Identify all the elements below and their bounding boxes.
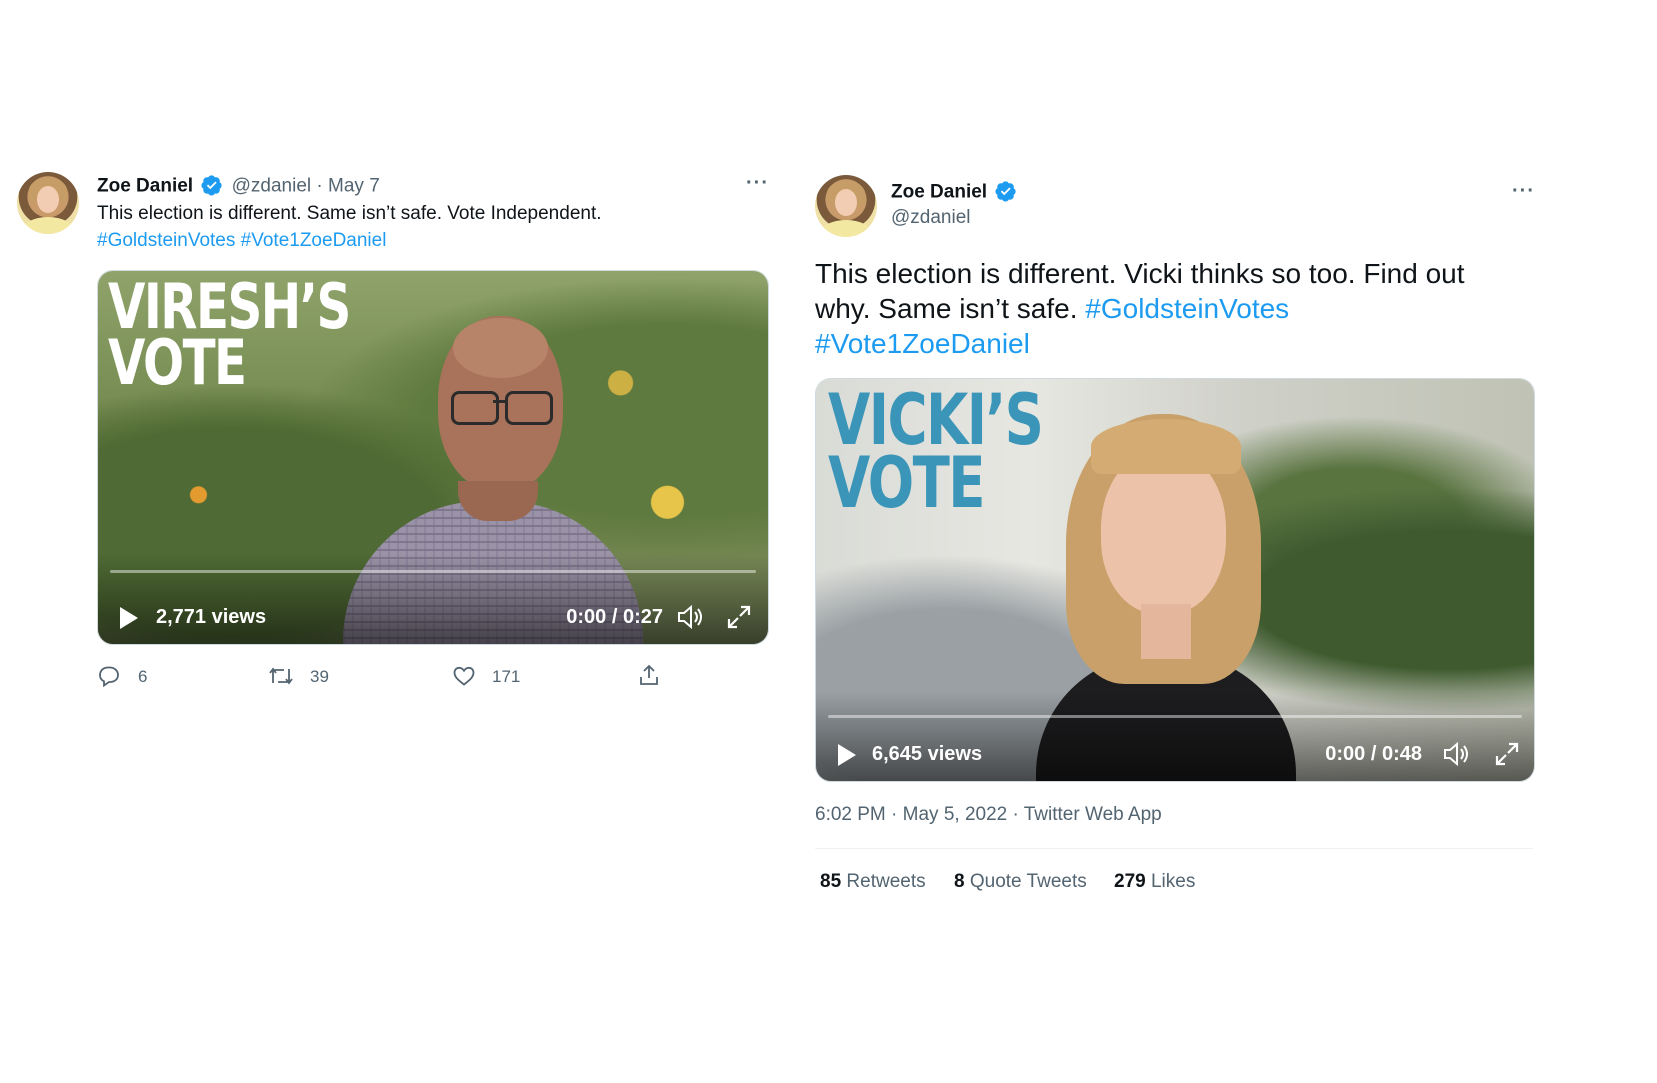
play-icon[interactable] bbox=[836, 743, 858, 767]
retweet-icon[interactable] bbox=[268, 664, 294, 688]
video-player[interactable]: VICKI’S VOTE 6,645 views 0:00 / 0:48 bbox=[815, 378, 1535, 782]
view-count: 6,645 views bbox=[872, 743, 983, 765]
video-time: 0:00 / 0:48 bbox=[1325, 743, 1422, 765]
author-handle[interactable]: @zdaniel bbox=[232, 176, 312, 197]
more-icon[interactable]: ··· bbox=[746, 172, 769, 195]
fullscreen-icon[interactable] bbox=[726, 604, 752, 630]
reply-icon[interactable] bbox=[97, 664, 121, 688]
tweet-text: This election is different. Vicki thinks… bbox=[815, 258, 1465, 359]
hashtag-link[interactable]: #GoldsteinVotes bbox=[1085, 293, 1289, 324]
progress-bar[interactable] bbox=[828, 715, 1522, 718]
divider bbox=[815, 848, 1533, 849]
right-tweet[interactable]: Zoe Daniel @zdaniel ··· This election is… bbox=[800, 160, 1550, 920]
tweet-meta[interactable]: 6:02 PM · May 5, 2022 · Twitter Web App bbox=[815, 804, 1162, 826]
view-count: 2,771 views bbox=[156, 606, 267, 628]
quote-tweets-stat[interactable]: 8 Quote Tweets bbox=[954, 871, 1087, 893]
tweet-text-line2: why. Same isn’t safe. bbox=[815, 293, 1078, 324]
retweets-stat[interactable]: 85 Retweets bbox=[820, 871, 926, 893]
tweet-date[interactable]: May 7 bbox=[328, 176, 380, 197]
like-icon[interactable] bbox=[452, 664, 476, 688]
fullscreen-icon[interactable] bbox=[1494, 741, 1520, 767]
retweet-count: 39 bbox=[310, 667, 329, 686]
video-controls: 2,771 views 0:00 / 0:27 bbox=[98, 554, 768, 644]
author-handle[interactable]: @zdaniel bbox=[891, 207, 971, 229]
verified-badge-icon bbox=[995, 181, 1016, 202]
likes-stat[interactable]: 279 Likes bbox=[1114, 871, 1195, 893]
more-icon[interactable]: ··· bbox=[1512, 180, 1535, 203]
hashtag-link[interactable]: #Vote1ZoeDaniel bbox=[241, 230, 387, 251]
left-tweet[interactable]: Zoe Daniel @zdaniel · May 7 ··· This ele… bbox=[0, 160, 790, 720]
share-icon[interactable] bbox=[637, 663, 661, 687]
separator: · bbox=[316, 175, 323, 197]
hashtag-link[interactable]: #GoldsteinVotes bbox=[97, 230, 235, 251]
verified-badge-icon bbox=[201, 175, 222, 196]
hashtag-link[interactable]: #Vote1ZoeDaniel bbox=[815, 328, 1030, 359]
video-time: 0:00 / 0:27 bbox=[566, 606, 663, 628]
avatar[interactable] bbox=[815, 175, 877, 237]
play-icon[interactable] bbox=[118, 606, 140, 630]
video-overlay-title: VICKI’S VOTE bbox=[828, 379, 1044, 524]
volume-icon[interactable] bbox=[676, 604, 706, 630]
progress-bar[interactable] bbox=[110, 570, 756, 573]
video-player[interactable]: VIRESH’S VOTE 2,771 views 0:00 / 0:27 bbox=[97, 270, 769, 645]
author-name[interactable]: Zoe Daniel bbox=[97, 176, 193, 197]
author-name[interactable]: Zoe Daniel bbox=[891, 182, 987, 203]
tweet-text: This election is different. Same isn’t s… bbox=[97, 203, 602, 224]
reply-count: 6 bbox=[138, 667, 148, 686]
video-controls: 6,645 views 0:00 / 0:48 bbox=[816, 691, 1534, 781]
volume-icon[interactable] bbox=[1442, 741, 1472, 767]
video-overlay-title: VIRESH’S VOTE bbox=[108, 270, 351, 399]
like-count: 171 bbox=[492, 667, 521, 686]
avatar[interactable] bbox=[17, 172, 79, 234]
